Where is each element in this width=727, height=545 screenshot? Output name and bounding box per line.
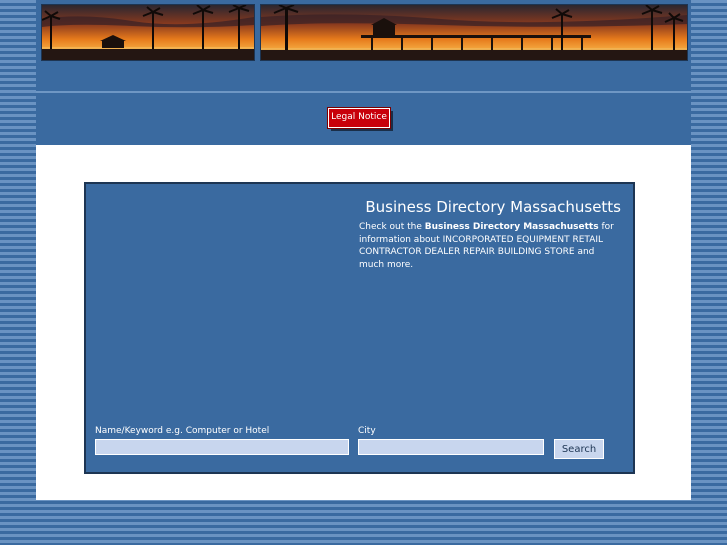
keyword-input[interactable] [95, 439, 349, 455]
sunset-palm-banner-left [41, 4, 255, 61]
page-container: Legal Notice Business Directory Massachu… [36, 0, 691, 500]
directory-title: Business Directory Massachusetts [365, 198, 621, 216]
site-header: Legal Notice [36, 0, 691, 145]
legal-notice-button[interactable]: Legal Notice [327, 107, 391, 129]
main-content: Business Directory Massachusetts Check o… [36, 145, 691, 500]
description-bold-name: Business Directory Massachusetts [424, 222, 599, 232]
search-button[interactable]: Search [554, 439, 604, 459]
keyword-label: Name/Keyword e.g. Computer or Hotel [95, 426, 270, 436]
header-divider [36, 91, 691, 93]
description-prefix: Check out the [359, 222, 425, 232]
city-input[interactable] [358, 439, 544, 455]
sunset-pier-banner-right [260, 4, 688, 61]
directory-description: Check out the Business Directory Massach… [359, 221, 619, 271]
directory-search-panel: Business Directory Massachusetts Check o… [84, 182, 635, 474]
city-label: City [358, 426, 376, 436]
